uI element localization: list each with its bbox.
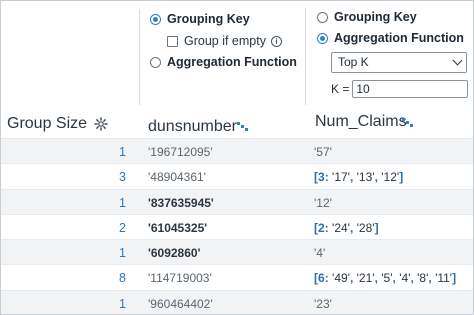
- sort-icon[interactable]: [402, 118, 414, 128]
- group-if-empty-checkbox[interactable]: Group if empty i: [167, 34, 282, 48]
- dunsnumber-header-label: dunsnumber: [148, 118, 237, 135]
- claims-count: 6: [318, 271, 325, 286]
- dunsnumber-cell: '960464402': [148, 296, 213, 311]
- claims-aggregation-function-radio[interactable]: Aggregation Function: [317, 31, 464, 45]
- aggregation-function-value: Top K: [338, 55, 369, 69]
- header-divider-1: [139, 9, 140, 105]
- num-claims-cell: [3: '17', '13', '12']: [314, 170, 404, 185]
- dunsnumber-cell: '48904361': [148, 170, 206, 185]
- radio-selected-icon: [317, 32, 328, 44]
- sort-icon[interactable]: [237, 122, 249, 132]
- table-body: 1 '196712095' '57' 3 '48904361' [3: '17', '13…: [1, 138, 473, 314]
- k-field-row: K = 10: [331, 80, 469, 98]
- settings-gear-icon[interactable]: [94, 117, 108, 131]
- table-row: 1 '6092860' '4': [1, 239, 473, 265]
- info-icon[interactable]: i: [270, 35, 282, 47]
- num-claims-cell: [6: '49', '21', '5', '4', '8', '11']: [314, 271, 457, 286]
- claims-value: '11': [435, 271, 453, 286]
- claims-grouping-key-label: Grouping Key: [334, 10, 417, 24]
- group-size-cell[interactable]: 1: [119, 145, 126, 159]
- num-claims-header-label: Num_Claims: [315, 113, 407, 130]
- k-label: K =: [331, 82, 350, 96]
- dunsnumber-cell: '837635945': [148, 195, 214, 210]
- claims-value: '12': [381, 170, 400, 185]
- claims-value: '28': [356, 220, 375, 235]
- dunsnumber-cell: '196712095': [148, 145, 213, 159]
- num-claims-cell: '12': [314, 195, 332, 210]
- claims-count: 2: [318, 220, 325, 235]
- group-size-header-label: Group Size: [7, 115, 88, 132]
- table-row: 8 '114719003' [6: '49', '21', '5', '4', '8…: [1, 264, 473, 289]
- group-size-cell[interactable]: 8: [119, 271, 126, 285]
- claims-value: '8': [417, 271, 429, 286]
- aggregation-function-select[interactable]: Top K: [331, 52, 467, 73]
- claims-aggregation-function-label: Aggregation Function: [334, 31, 464, 45]
- dunsnumber-header[interactable]: dunsnumber: [148, 118, 237, 136]
- group-if-empty-label: Group if empty: [184, 34, 266, 48]
- claims-value: '49': [332, 271, 350, 286]
- group-size-cell[interactable]: 1: [119, 196, 126, 210]
- table-row: 1 '196712095' '57': [1, 138, 473, 164]
- group-size-cell[interactable]: 2: [119, 221, 126, 235]
- claims-count: 3: [318, 170, 325, 185]
- duns-grouping-key-label: Grouping Key: [167, 12, 250, 26]
- k-input[interactable]: 10: [352, 80, 469, 98]
- grouping-table-panel: Grouping Key Group if empty i Aggregatio…: [0, 0, 474, 315]
- num-claims-header[interactable]: Num_Claims: [315, 113, 407, 131]
- claims-value: '4': [399, 271, 411, 286]
- group-size-cell[interactable]: 1: [119, 297, 126, 311]
- radio-unselected-icon: [150, 56, 161, 68]
- checkbox-icon: [167, 35, 178, 47]
- dunsnumber-cell: '6092860': [148, 246, 201, 261]
- table-row: 1 '960464402' '23': [1, 289, 473, 314]
- group-size-cell[interactable]: 1: [119, 246, 126, 260]
- header-divider-2: [305, 9, 306, 105]
- duns-aggregation-function-radio[interactable]: Aggregation Function: [150, 55, 297, 69]
- dunsnumber-cell: '61045325': [148, 220, 208, 235]
- radio-unselected-icon: [317, 11, 328, 23]
- group-size-cell[interactable]: 3: [119, 170, 126, 184]
- table-row: 1 '837635945' '12': [1, 188, 473, 214]
- claims-value: '24': [332, 220, 350, 235]
- claims-value: '17': [332, 170, 350, 185]
- dunsnumber-cell: '114719003': [148, 271, 212, 286]
- claims-grouping-key-radio[interactable]: Grouping Key: [317, 10, 417, 24]
- num-claims-cell: '57': [314, 145, 332, 159]
- claims-value: '13': [356, 170, 375, 185]
- table-row: 3 '48904361' [3: '17', '13', '12']: [1, 163, 473, 188]
- num-claims-cell: '4': [314, 246, 326, 261]
- radio-selected-icon: [150, 13, 161, 25]
- duns-aggregation-function-label: Aggregation Function: [167, 55, 297, 69]
- num-claims-cell: [2: '24', '28']: [314, 220, 379, 235]
- chevron-down-icon: [452, 55, 463, 66]
- duns-grouping-key-radio[interactable]: Grouping Key: [150, 12, 250, 26]
- group-size-header[interactable]: Group Size: [7, 115, 108, 133]
- claims-value: '5': [381, 271, 393, 286]
- claims-value: '21': [356, 271, 375, 286]
- num-claims-cell: '23': [314, 296, 332, 311]
- table-row: 2 '61045325' [2: '24', '28']: [1, 213, 473, 239]
